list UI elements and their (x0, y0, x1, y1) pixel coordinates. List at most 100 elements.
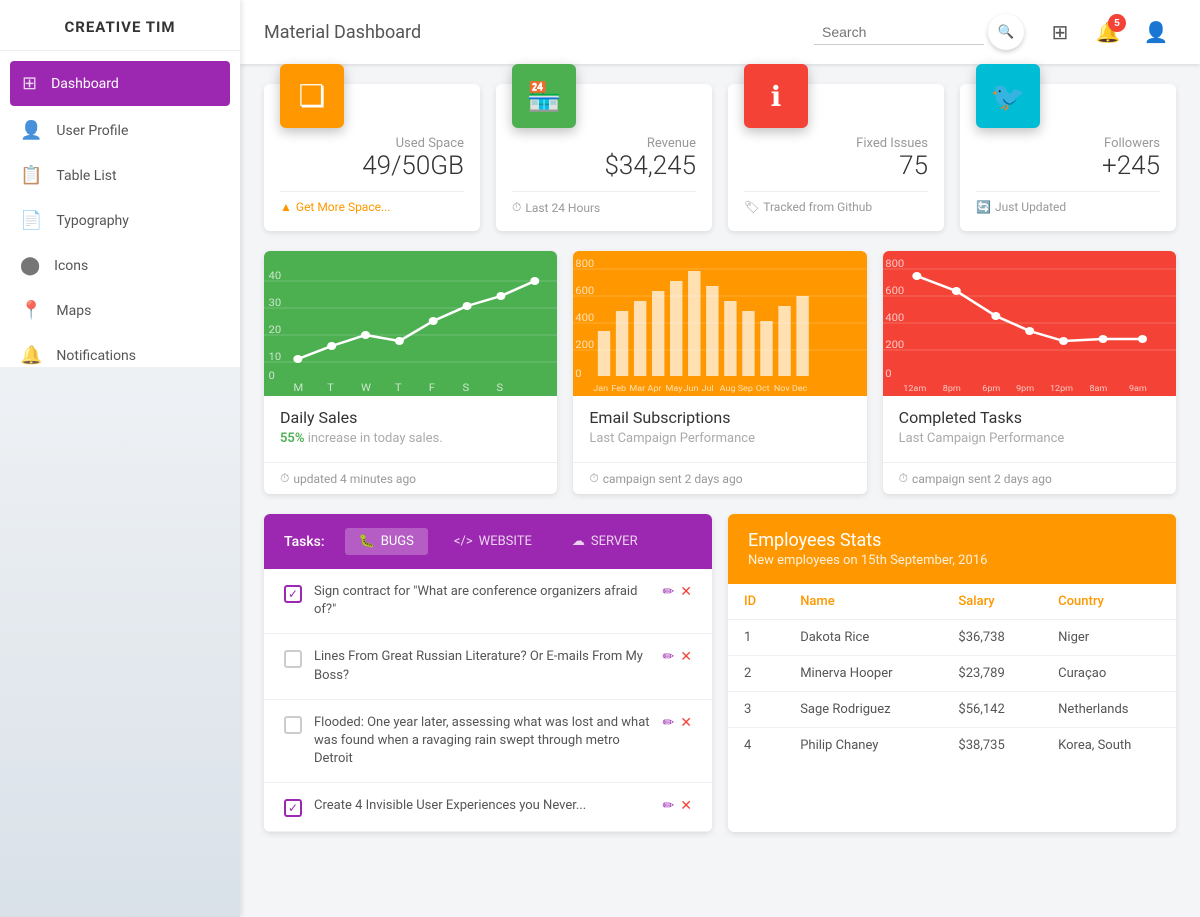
task-delete-2[interactable]: ✕ (680, 648, 692, 665)
svg-text:800: 800 (576, 258, 595, 270)
completed-tasks-subtitle: Last Campaign Performance (899, 431, 1160, 446)
daily-sales-subtitle: 55% increase in today sales. (280, 431, 541, 446)
tab-website[interactable]: </> WEBSITE (440, 528, 546, 555)
svg-text:8am: 8am (1089, 384, 1107, 393)
task-item: Lines From Great Russian Literature? Or … (264, 634, 712, 699)
table-row: 3 Sage Rodriguez $56,142 Netherlands (728, 692, 1176, 728)
sidebar-item-label: Maps (56, 303, 91, 319)
typography-icon: 📄 (20, 210, 42, 231)
stat-cards: ❏ Used Space 49/50GB ▲ Get More Space...… (264, 84, 1176, 231)
grid-button[interactable]: ⊞ (1040, 12, 1080, 52)
svg-text:Dec: Dec (792, 384, 808, 393)
task-edit-3[interactable]: ✏ (663, 714, 675, 731)
svg-text:S: S (463, 382, 470, 394)
search-container: 🔍 (814, 14, 1024, 50)
maps-icon: 📍 (20, 300, 42, 321)
followers-footer-text: Just Updated (995, 200, 1066, 214)
header: Material Dashboard 🔍 ⊞ 🔔 5 👤 (240, 0, 1200, 64)
email-subscriptions-chart: 800 600 400 200 0 (573, 251, 866, 396)
cell-country: Curaçao (1042, 656, 1176, 692)
increase-value: 55% (280, 431, 304, 446)
sidebar-item-label: Table List (56, 168, 116, 184)
svg-text:0: 0 (576, 368, 582, 380)
col-id: ID (728, 584, 784, 620)
chart-email-subscriptions: 800 600 400 200 0 (573, 251, 866, 494)
followers-label: Followers (976, 136, 1160, 151)
task-delete-3[interactable]: ✕ (680, 714, 692, 731)
task-checkbox-1[interactable] (284, 585, 302, 603)
sidebar-item-user-profile[interactable]: 👤 User Profile (0, 108, 240, 153)
clock-icon: ⏱ (512, 200, 521, 215)
daily-sales-footer-text: updated 4 minutes ago (293, 472, 416, 486)
task-actions-1: ✏ ✕ (663, 583, 692, 600)
cell-salary: $36,738 (942, 620, 1042, 656)
sidebar-item-dashboard[interactable]: ⊞ Dashboard (10, 61, 230, 106)
email-subscriptions-subtitle: Last Campaign Performance (589, 431, 850, 446)
increase-text: increase in today sales. (308, 431, 443, 446)
task-checkbox-4[interactable] (284, 799, 302, 817)
svg-text:Oct: Oct (756, 384, 770, 393)
sidebar-item-table-list[interactable]: 📋 Table List (0, 153, 240, 198)
cell-country: Niger (1042, 620, 1176, 656)
cell-name: Sage Rodriguez (784, 692, 942, 728)
search-icon: 🔍 (998, 24, 1015, 40)
email-subscriptions-title: Email Subscriptions (589, 408, 850, 427)
completed-tasks-body: Completed Tasks Last Campaign Performanc… (883, 396, 1176, 454)
task-delete-4[interactable]: ✕ (680, 797, 692, 814)
task-checkbox-2[interactable] (284, 650, 302, 668)
svg-text:600: 600 (576, 285, 595, 297)
search-input[interactable] (814, 20, 984, 45)
twitter-icon: 🐦 (991, 80, 1026, 113)
fixed-issues-value: 75 (744, 151, 928, 181)
svg-text:6pm: 6pm (982, 384, 1000, 393)
task-edit-2[interactable]: ✏ (663, 648, 675, 665)
get-more-space-link[interactable]: Get More Space... (296, 200, 391, 214)
task-edit-4[interactable]: ✏ (663, 797, 675, 814)
refresh-icon: 🔄 (976, 200, 991, 214)
code-icon: </> (454, 534, 473, 549)
completed-tasks-footer: ⏱ campaign sent 2 days ago (883, 462, 1176, 494)
svg-text:Jul: Jul (702, 384, 714, 393)
sidebar-item-typography[interactable]: 📄 Typography (0, 198, 240, 243)
cell-country: Netherlands (1042, 692, 1176, 728)
svg-text:12am: 12am (903, 384, 926, 393)
cell-country: Korea, South (1042, 728, 1176, 764)
tab-server[interactable]: ☁ SERVER (558, 528, 652, 555)
stat-card-used-space: ❏ Used Space 49/50GB ▲ Get More Space... (264, 84, 480, 231)
sidebar-item-notifications[interactable]: 🔔 Notifications (0, 333, 240, 378)
task-checkbox-3[interactable] (284, 716, 302, 734)
svg-text:200: 200 (576, 339, 595, 351)
page-title: Material Dashboard (264, 22, 814, 43)
completed-tasks-title: Completed Tasks (899, 408, 1160, 427)
daily-sales-body: Daily Sales 55% increase in today sales. (264, 396, 557, 454)
task-actions-3: ✏ ✕ (663, 714, 692, 731)
svg-text:0: 0 (885, 368, 891, 380)
task-delete-1[interactable]: ✕ (680, 583, 692, 600)
svg-text:Jun: Jun (684, 384, 699, 393)
profile-button[interactable]: 👤 (1136, 12, 1176, 52)
employees-card: Employees Stats New employees on 15th Se… (728, 514, 1176, 832)
dashboard-icon: ⊞ (22, 73, 37, 94)
tab-bugs[interactable]: 🐛 BUGS (345, 528, 428, 555)
sidebar-item-icons[interactable]: ⬤ Icons (0, 243, 240, 288)
revenue-label: Revenue (512, 136, 696, 151)
svg-text:May: May (666, 384, 683, 393)
svg-text:Aug: Aug (720, 384, 736, 393)
cell-id: 3 (728, 692, 784, 728)
sidebar-brand: CREATIVE TIM (0, 0, 240, 51)
task-text-3: Flooded: One year later, assessing what … (314, 714, 651, 769)
fixed-issues-label: Fixed Issues (744, 136, 928, 151)
sidebar-item-maps[interactable]: 📍 Maps (0, 288, 240, 333)
task-edit-1[interactable]: ✏ (663, 583, 675, 600)
warning-icon: ▲ (280, 200, 292, 214)
chart-completed-tasks: 800 600 400 200 0 (883, 251, 1176, 494)
user-icon: 👤 (20, 120, 42, 141)
main-content: Material Dashboard 🔍 ⊞ 🔔 5 👤 (240, 0, 1200, 917)
daily-sales-chart: 40 30 20 10 0 (264, 251, 557, 396)
search-button[interactable]: 🔍 (988, 14, 1024, 50)
svg-text:0: 0 (269, 370, 275, 382)
notifications-button[interactable]: 🔔 5 (1088, 12, 1128, 52)
task-text-4: Create 4 Invisible User Experiences you … (314, 797, 651, 815)
employees-subtitle: New employees on 15th September, 2016 (748, 553, 1156, 568)
cell-salary: $23,789 (942, 656, 1042, 692)
